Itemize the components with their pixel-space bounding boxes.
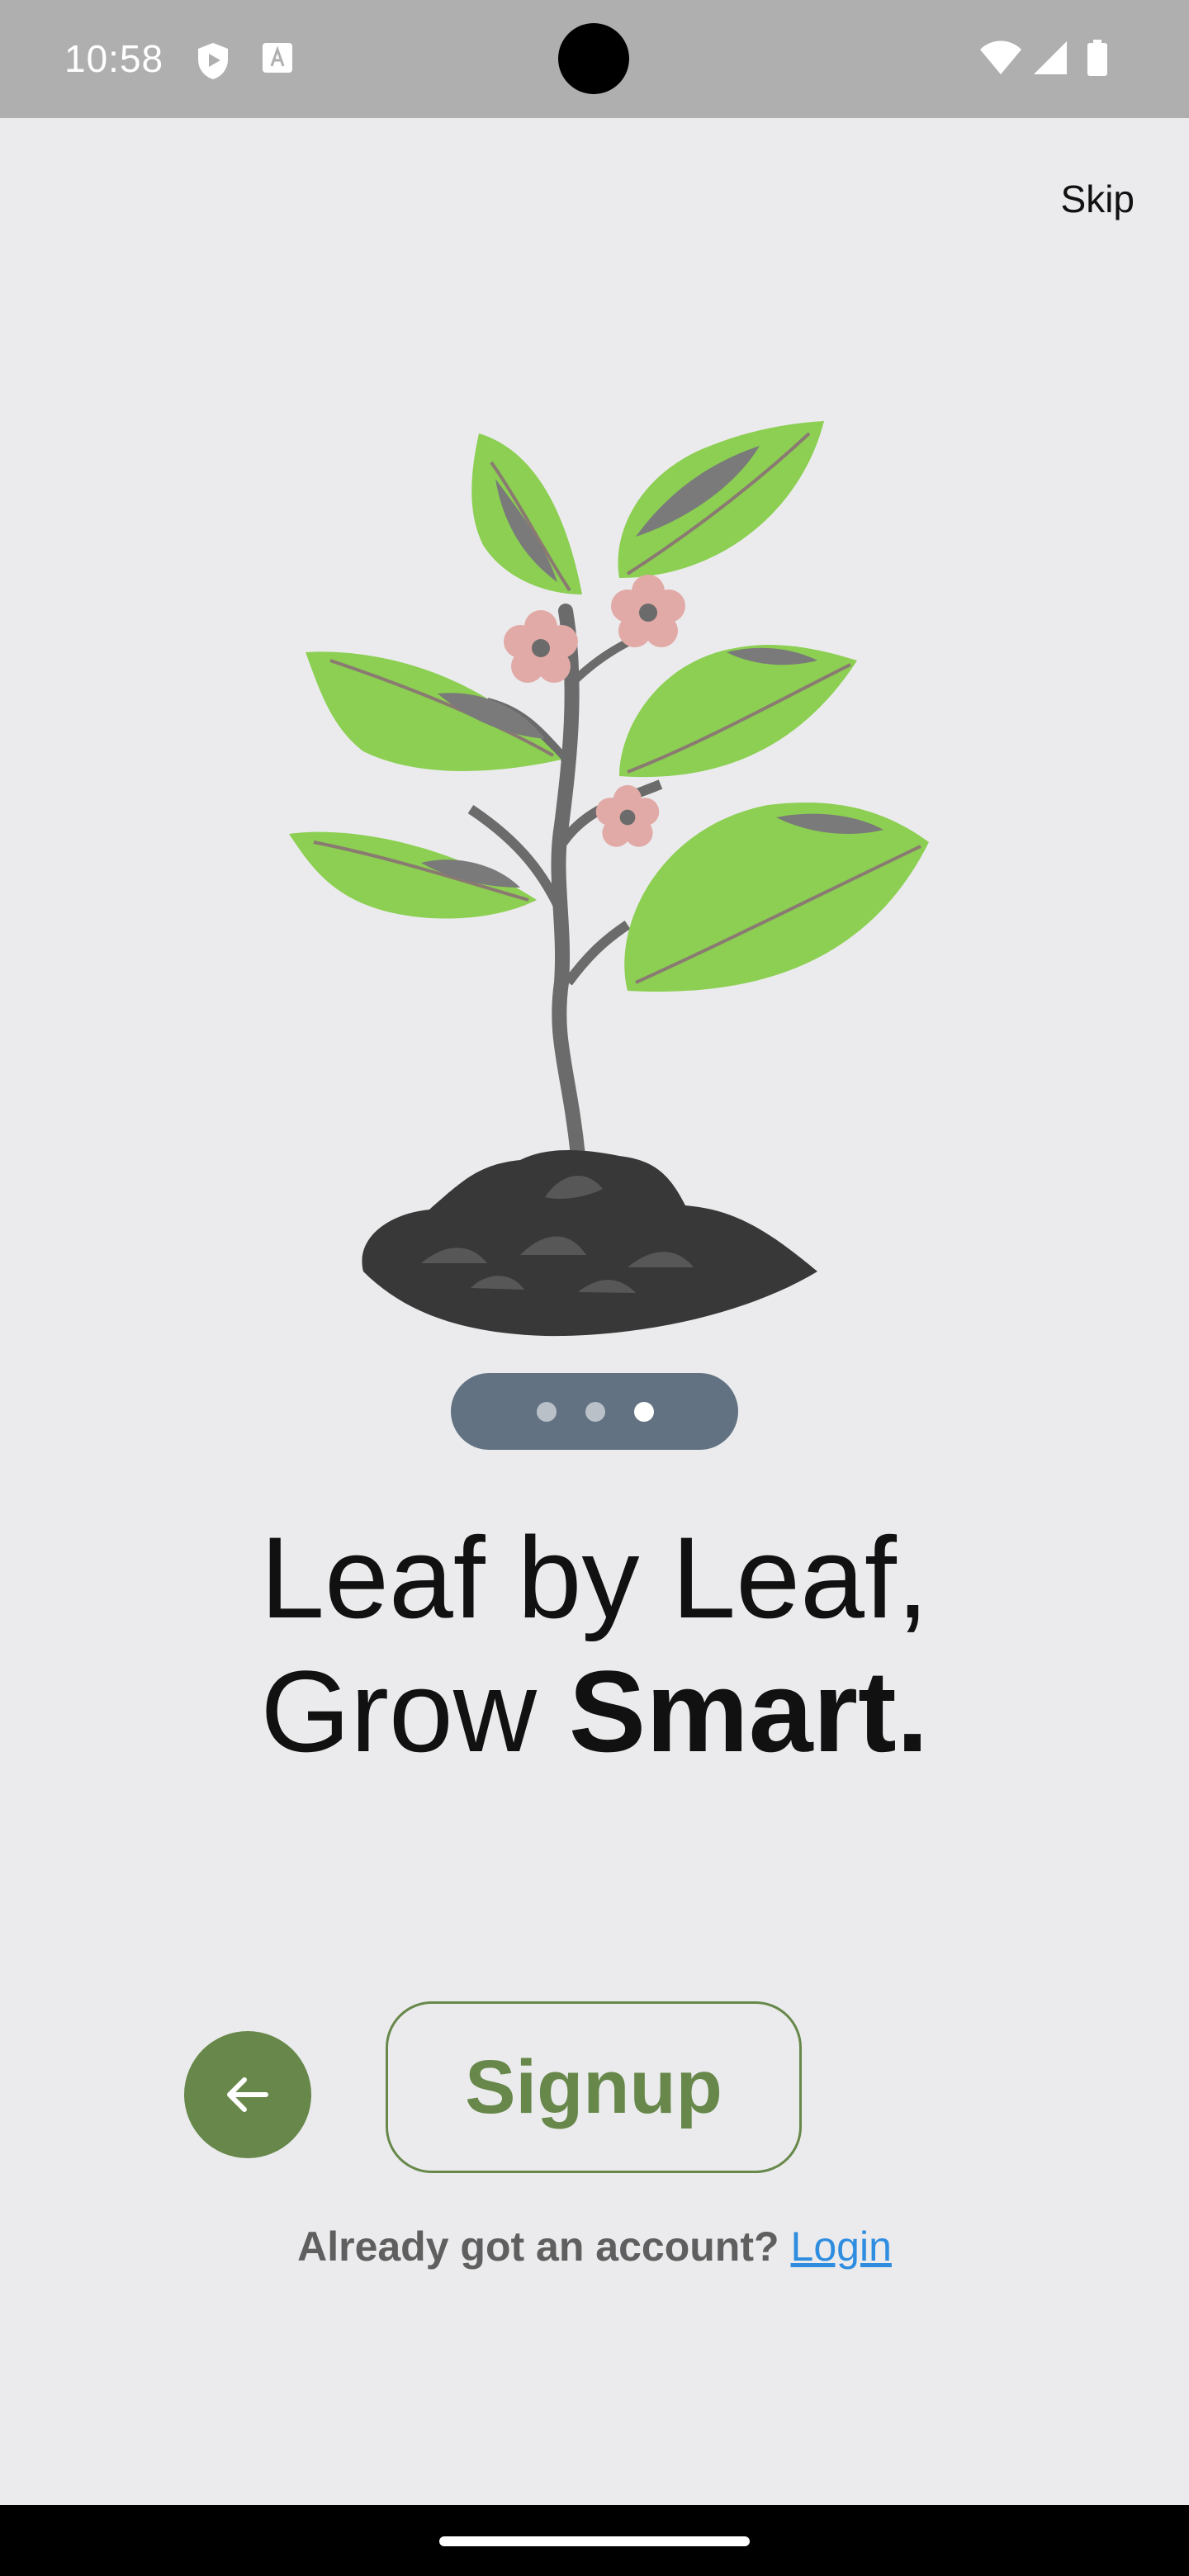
flower-icon <box>595 784 660 847</box>
wifi-icon <box>979 40 1022 80</box>
headline-line-2-light: Grow <box>260 1646 569 1776</box>
page-dot-active[interactable] <box>634 1402 654 1422</box>
page-indicator <box>451 1373 738 1450</box>
skip-link[interactable]: Skip <box>1061 177 1135 221</box>
page-dot[interactable] <box>537 1402 557 1422</box>
headline-line-2-bold: Smart. <box>568 1646 929 1776</box>
login-link[interactable]: Login <box>791 2223 892 2270</box>
font-a-icon <box>261 41 294 78</box>
plant-illustration <box>289 421 929 1337</box>
shield-play-icon <box>195 41 231 85</box>
page-dot[interactable] <box>585 1402 605 1422</box>
login-prompt: Already got an account? <box>297 2223 779 2270</box>
status-time: 10:58 <box>64 37 164 80</box>
arrow-left-icon <box>227 2077 268 2112</box>
signup-button[interactable]: Signup <box>386 2001 802 2173</box>
headline-line-2: Grow Smart. <box>0 1645 1189 1778</box>
battery-icon <box>1087 40 1108 80</box>
back-button[interactable] <box>184 2031 311 2158</box>
headline: Leaf by Leaf, Grow Smart. <box>0 1511 1189 1778</box>
camera-cutout <box>558 23 629 94</box>
login-row: Already got an account? Login <box>0 2223 1189 2271</box>
leaf-group <box>289 421 929 992</box>
cellular-signal-icon <box>1032 40 1068 80</box>
status-bar: 10:58 <box>0 0 1189 118</box>
headline-line-1: Leaf by Leaf, <box>260 1513 929 1642</box>
home-indicator[interactable] <box>439 2536 750 2546</box>
flower-icon <box>611 575 685 647</box>
